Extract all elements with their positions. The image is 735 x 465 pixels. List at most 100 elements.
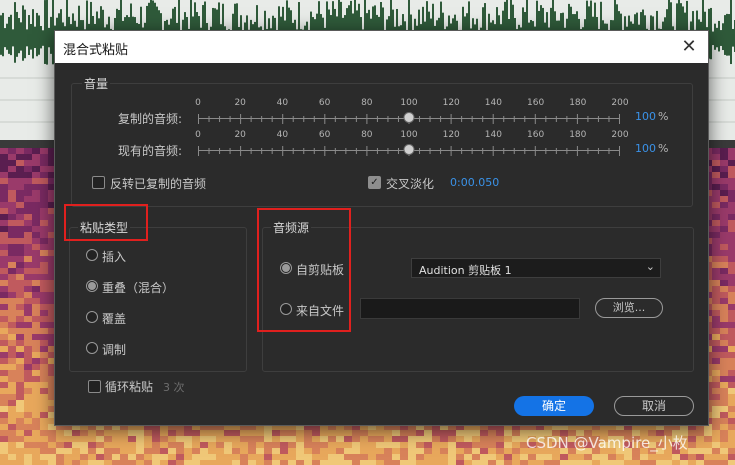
spectral-cell [704, 436, 712, 442]
spectral-cell [216, 430, 224, 436]
spectral-cell [720, 268, 728, 274]
spectral-cell [720, 244, 728, 250]
spectral-cell [728, 436, 735, 442]
waveform-bar [28, 15, 30, 55]
spectral-cell [728, 172, 735, 178]
spectral-cell [712, 166, 720, 172]
spectral-cell [48, 430, 56, 436]
spectral-cell [248, 442, 256, 448]
spectral-cell [40, 370, 48, 376]
spectral-cell [0, 310, 8, 316]
spectral-cell [8, 358, 16, 364]
spectral-cell [296, 442, 304, 448]
spectral-cell [24, 178, 32, 184]
spectral-cell [728, 358, 735, 364]
spectral-cell [112, 448, 120, 454]
spectral-cell [160, 436, 168, 442]
spectral-cell [40, 442, 48, 448]
spectral-cell [40, 148, 48, 154]
spectral-cell [168, 442, 176, 448]
spectral-cell [712, 442, 720, 448]
spectral-cell [8, 190, 16, 196]
spectral-cell [728, 232, 735, 238]
spectral-cell [400, 442, 408, 448]
spectral-cell [24, 220, 32, 226]
spectral-cell [720, 172, 728, 178]
spectral-cell [728, 340, 735, 346]
spectral-cell [152, 436, 160, 442]
waveform-bar [34, 26, 36, 49]
spectral-cell [32, 364, 40, 370]
spectral-cell [32, 334, 40, 340]
spectral-cell [696, 442, 704, 448]
spectral-cell [0, 196, 8, 202]
spectral-cell [0, 334, 8, 340]
spectral-cell [456, 430, 464, 436]
spectral-cell [720, 412, 728, 418]
spectral-cell [720, 274, 728, 280]
spectral-cell [720, 286, 728, 292]
spectral-cell [464, 430, 472, 436]
waveform-bar [26, 29, 28, 47]
spectral-cell [416, 436, 424, 442]
spectral-cell [144, 430, 152, 436]
spectral-cell [40, 178, 48, 184]
spectral-cell [8, 430, 16, 436]
spectral-cell [504, 430, 512, 436]
spectral-cell [8, 256, 16, 262]
spectral-cell [720, 346, 728, 352]
spectral-cell [32, 178, 40, 184]
spectral-cell [240, 436, 248, 442]
spectral-cell [40, 322, 48, 328]
spectral-cell [40, 298, 48, 304]
spectral-cell [80, 436, 88, 442]
waveform-bar [22, 5, 24, 61]
spectral-cell [712, 418, 720, 424]
spectral-cell [8, 160, 16, 166]
spectral-cell [728, 388, 735, 394]
spectral-cell [200, 430, 208, 436]
spectral-cell [0, 412, 8, 418]
spectral-cell [16, 442, 24, 448]
spectral-cell [264, 442, 272, 448]
spectral-cell [728, 346, 735, 352]
spectral-cell [8, 178, 16, 184]
spectral-cell [440, 436, 448, 442]
spectral-cell [24, 190, 32, 196]
spectral-cell [728, 316, 735, 322]
spectral-cell [32, 214, 40, 220]
waveform-bar [730, 0, 732, 65]
spectral-cell [712, 364, 720, 370]
spectral-cell [720, 226, 728, 232]
waveform-bar [722, 23, 724, 51]
waveform-bar [40, 26, 42, 49]
spectral-cell [512, 436, 520, 442]
spectral-cell [24, 424, 32, 430]
spectral-cell [440, 430, 448, 436]
spectral-cell [72, 430, 80, 436]
spectral-cell [728, 262, 735, 268]
spectral-cell [720, 334, 728, 340]
spectral-cell [56, 430, 64, 436]
spectral-cell [40, 406, 48, 412]
spectral-cell [712, 196, 720, 202]
spectral-cell [424, 430, 432, 436]
spectral-cell [32, 442, 40, 448]
spectral-cell [32, 310, 40, 316]
spectral-cell [0, 172, 8, 178]
spectral-cell [40, 172, 48, 178]
spectral-cell [232, 430, 240, 436]
spectral-cell [720, 364, 728, 370]
spectral-cell [24, 148, 32, 154]
spectral-cell [712, 406, 720, 412]
spectral-cell [16, 370, 24, 376]
spectral-cell [720, 382, 728, 388]
spectral-cell [728, 208, 735, 214]
spectral-cell [80, 442, 88, 448]
spectral-cell [720, 388, 728, 394]
spectral-cell [40, 166, 48, 172]
spectral-cell [176, 430, 184, 436]
spectral-cell [24, 292, 32, 298]
spectral-cell [720, 220, 728, 226]
spectral-cell [256, 436, 264, 442]
